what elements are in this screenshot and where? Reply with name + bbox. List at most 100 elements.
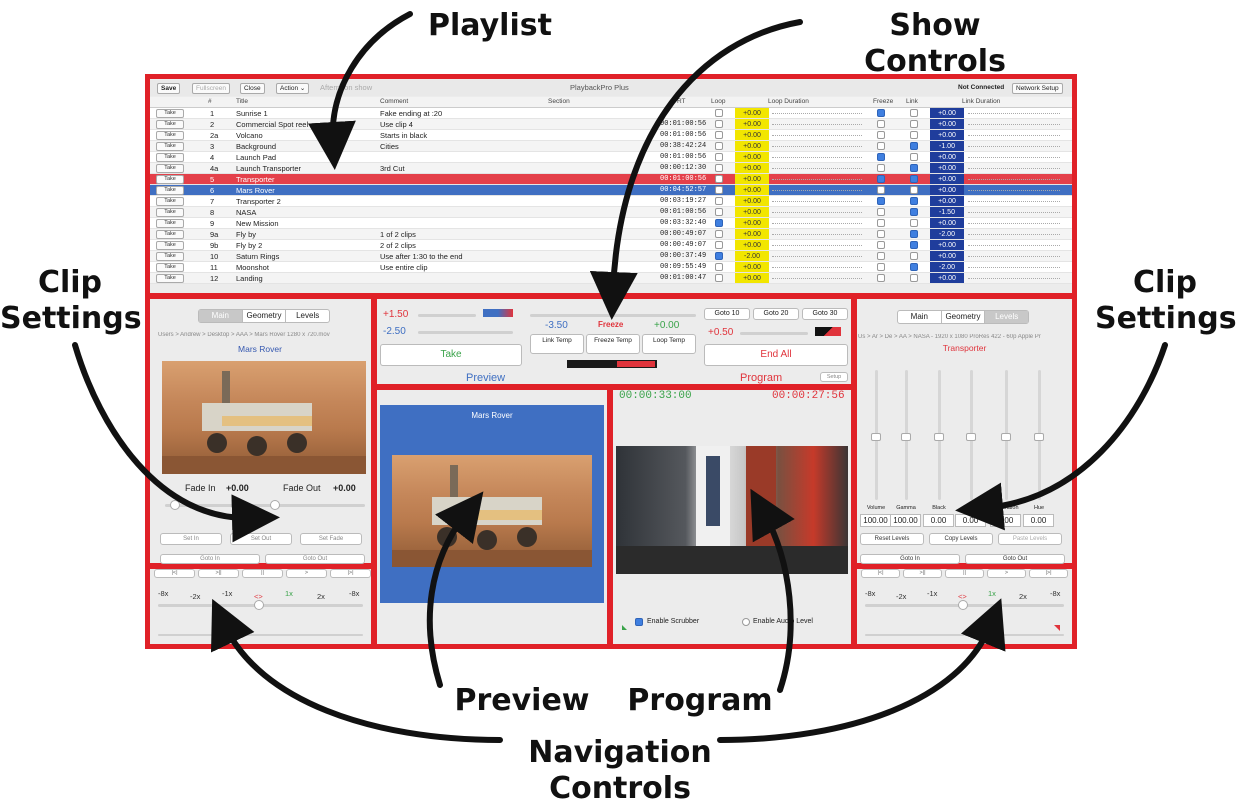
take-row-button[interactable]: Take <box>156 131 184 140</box>
scrubber-bar[interactable] <box>865 634 1064 636</box>
link-duration-slider[interactable] <box>968 168 1060 170</box>
loop-checkbox[interactable] <box>715 186 723 194</box>
set-out-button[interactable]: Set Out <box>230 533 292 545</box>
freeze-checkbox[interactable] <box>877 219 885 227</box>
link-checkbox[interactable] <box>910 109 918 117</box>
loop-duration-value[interactable]: +0.00 <box>735 240 769 250</box>
table-row[interactable]: Take 3 Background Cities 00:38:42:24 +0.00 -1.… <box>150 141 1072 152</box>
link-duration-value[interactable]: +0.00 <box>930 119 964 129</box>
link-duration-slider[interactable] <box>968 223 1060 225</box>
transport-button[interactable]: || <box>945 569 984 578</box>
goto-out-button-right[interactable]: Goto Out <box>965 554 1065 564</box>
link-duration-slider[interactable] <box>968 113 1060 115</box>
loop-checkbox[interactable] <box>715 197 723 205</box>
link-duration-slider[interactable] <box>968 157 1060 159</box>
link-checkbox[interactable] <box>910 164 918 172</box>
take-row-button[interactable]: Take <box>156 274 184 283</box>
freeze-checkbox[interactable] <box>877 120 885 128</box>
link-checkbox[interactable] <box>910 197 918 205</box>
loop-checkbox[interactable] <box>715 131 723 139</box>
set-in-button[interactable]: Set In <box>160 533 222 545</box>
loop-duration-slider[interactable] <box>772 168 862 170</box>
transport-button[interactable]: |>| <box>330 569 371 578</box>
level-value-field[interactable]: 0.00 <box>923 514 954 527</box>
level-value-field[interactable]: 0.00 <box>955 514 986 527</box>
take-row-button[interactable]: Take <box>156 153 184 162</box>
tab-levels[interactable]: Levels <box>286 310 329 322</box>
loop-duration-value[interactable]: +0.00 <box>735 218 769 228</box>
loop-duration-slider[interactable] <box>772 212 862 214</box>
loop-checkbox[interactable] <box>715 153 723 161</box>
freeze-checkbox[interactable] <box>877 153 885 161</box>
link-duration-value[interactable]: +0.00 <box>930 174 964 184</box>
goto30-button[interactable]: Goto 30 <box>802 308 848 320</box>
link-duration-value[interactable]: +0.00 <box>930 251 964 261</box>
table-row[interactable]: Take 8 NASA 00:01:00:56 +0.00 -1.50 <box>150 207 1072 218</box>
loop-checkbox[interactable] <box>715 109 723 117</box>
freeze-checkbox[interactable] <box>877 109 885 117</box>
link-duration-slider[interactable] <box>968 190 1060 192</box>
take-row-button[interactable]: Take <box>156 142 184 151</box>
link-duration-slider[interactable] <box>968 124 1060 126</box>
trim-in-knob[interactable] <box>170 500 180 510</box>
table-row[interactable]: Take 11 Moonshot Use entire clip 00:09:55:49… <box>150 262 1072 273</box>
close-button[interactable]: Close <box>240 83 265 94</box>
take-row-button[interactable]: Take <box>156 186 184 195</box>
enable-audio-checkbox[interactable] <box>742 618 750 626</box>
loop-checkbox[interactable] <box>715 274 723 282</box>
link-duration-value[interactable]: +0.00 <box>930 130 964 140</box>
loop-duration-value[interactable]: -2.00 <box>735 251 769 261</box>
table-row[interactable]: Take 9 New Mission 00:03:32:40 +0.00 +0.00 <box>150 218 1072 229</box>
loop-checkbox[interactable] <box>715 230 723 238</box>
reset-levels-button[interactable]: Reset Levels <box>860 533 924 545</box>
loop-duration-value[interactable]: +0.00 <box>735 185 769 195</box>
link-checkbox[interactable] <box>910 230 918 238</box>
loop-duration-value[interactable]: +0.00 <box>735 262 769 272</box>
freeze-checkbox[interactable] <box>877 131 885 139</box>
speed-slider-knob[interactable] <box>958 600 968 610</box>
link-duration-slider[interactable] <box>968 146 1060 148</box>
link-checkbox[interactable] <box>910 219 918 227</box>
goto-out-button-left[interactable]: Goto Out <box>265 554 365 564</box>
freeze-temp-button[interactable]: Freeze Temp <box>586 334 640 354</box>
level-slider-knob[interactable] <box>871 433 881 441</box>
table-row[interactable]: Take 2 Commercial Spot reel Use clip 4 00:01… <box>150 119 1072 130</box>
freeze-checkbox[interactable] <box>877 252 885 260</box>
loop-checkbox[interactable] <box>715 175 723 183</box>
loop-duration-value[interactable]: +0.00 <box>735 152 769 162</box>
freeze-checkbox[interactable] <box>877 230 885 238</box>
loop-duration-value[interactable]: +0.00 <box>735 141 769 151</box>
level-value-field[interactable]: 100.00 <box>860 514 891 527</box>
loop-checkbox[interactable] <box>715 120 723 128</box>
take-button[interactable]: Take <box>380 344 522 366</box>
loop-checkbox[interactable] <box>715 219 723 227</box>
link-checkbox[interactable] <box>910 263 918 271</box>
loop-duration-slider[interactable] <box>772 201 862 203</box>
transport-button[interactable]: >|| <box>198 569 239 578</box>
loop-duration-value[interactable]: +0.00 <box>735 174 769 184</box>
fullscreen-button[interactable]: Fullscreen <box>192 83 230 94</box>
link-duration-value[interactable]: +0.00 <box>930 108 964 118</box>
enable-scrubber-checkbox[interactable] <box>635 618 643 626</box>
loop-duration-slider[interactable] <box>772 223 862 225</box>
transport-button[interactable]: |<| <box>154 569 195 578</box>
scrubber-bar[interactable] <box>158 634 363 636</box>
link-duration-slider[interactable] <box>968 278 1060 280</box>
level-slider-knob[interactable] <box>1034 433 1044 441</box>
level-value-field[interactable]: 0.00 <box>1023 514 1054 527</box>
table-row[interactable]: Take 12 Landing 00:01:00:47 +0.00 +0.00 <box>150 273 1072 284</box>
link-duration-value[interactable]: +0.00 <box>930 218 964 228</box>
link-duration-value[interactable]: -2.00 <box>930 229 964 239</box>
loop-checkbox[interactable] <box>715 142 723 150</box>
loop-duration-slider[interactable] <box>772 190 862 192</box>
link-duration-value[interactable]: -1.50 <box>930 207 964 217</box>
loop-checkbox[interactable] <box>715 164 723 172</box>
link-checkbox[interactable] <box>910 274 918 282</box>
take-row-button[interactable]: Take <box>156 230 184 239</box>
link-duration-slider[interactable] <box>968 245 1060 247</box>
setup-button[interactable]: Setup <box>820 372 848 382</box>
link-temp-button[interactable]: Link Temp <box>530 334 584 354</box>
tab-main-right[interactable]: Main <box>898 311 942 323</box>
link-duration-slider[interactable] <box>968 256 1060 258</box>
table-row[interactable]: Take 9b Fly by 2 2 of 2 clips 00:00:49:07 +0.… <box>150 240 1072 251</box>
